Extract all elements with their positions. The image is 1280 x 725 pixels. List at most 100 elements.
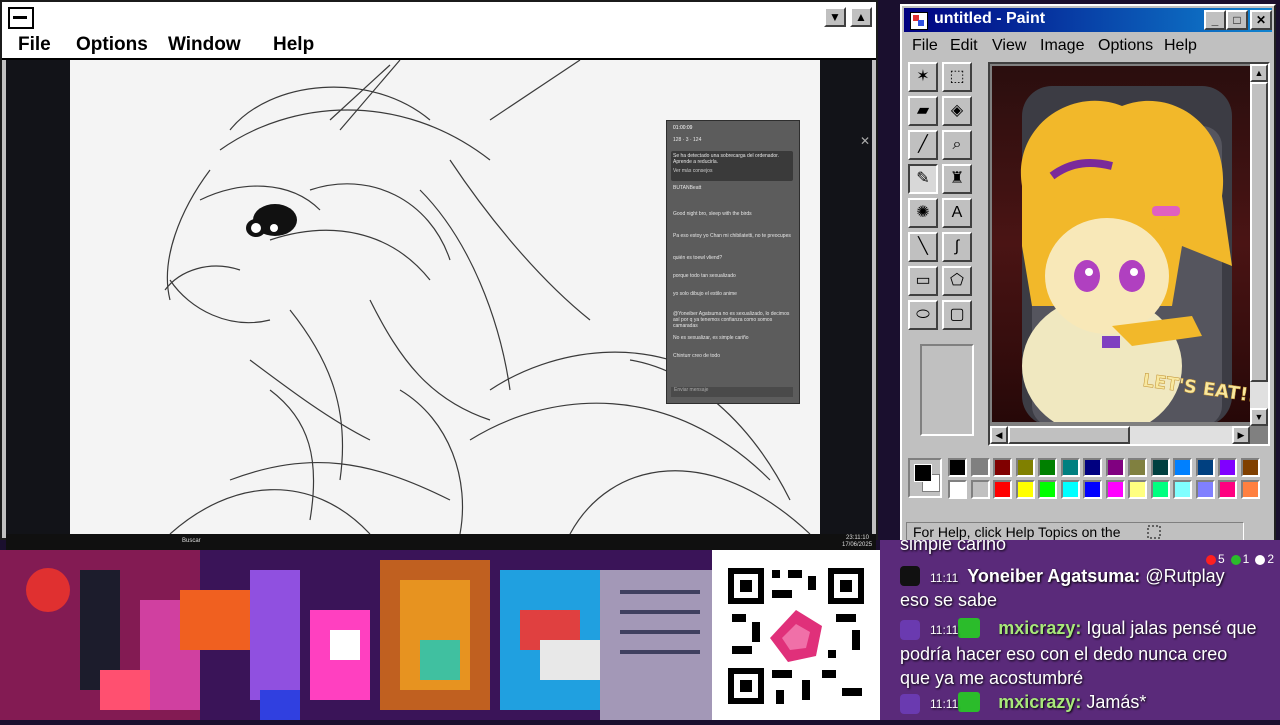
paint-menu-help[interactable]: Help bbox=[1164, 37, 1197, 55]
paint-maximize-button[interactable]: □ bbox=[1226, 10, 1248, 30]
stream-chat-overlay: 01:00:09 128 · 3 · 124 Se ha detectado u… bbox=[666, 120, 800, 404]
twitch-icon bbox=[900, 694, 920, 714]
palette-swatch[interactable] bbox=[948, 480, 967, 499]
palette-swatch[interactable] bbox=[1173, 458, 1192, 477]
palette-swatch[interactable] bbox=[1060, 458, 1080, 477]
paint-menu-view[interactable]: View bbox=[992, 37, 1026, 55]
glitch-art-banner bbox=[0, 550, 712, 720]
palette-swatch[interactable] bbox=[993, 480, 1012, 499]
palette-swatch[interactable] bbox=[1038, 458, 1057, 477]
paint-menu-options[interactable]: Options bbox=[1098, 37, 1153, 55]
paint-canvas[interactable]: LET'S EAT!!! bbox=[992, 66, 1250, 422]
palette-swatch[interactable] bbox=[970, 458, 990, 477]
palette-swatch[interactable] bbox=[1240, 458, 1260, 477]
chat-message: 11:11 mxicrazy: Jamás* bbox=[930, 692, 1147, 712]
palette-swatch[interactable] bbox=[1105, 458, 1125, 477]
vertical-scroll-thumb[interactable] bbox=[1250, 82, 1268, 382]
color-palette bbox=[908, 458, 1268, 504]
palette-swatch[interactable] bbox=[1060, 480, 1080, 499]
scroll-up-button[interactable]: ▲ bbox=[1250, 64, 1268, 82]
overlay-line: No es sexualizar, es simple cariño bbox=[673, 335, 749, 341]
menu-window[interactable]: Window bbox=[168, 34, 241, 56]
overload-notice: Se ha detectado una sobrecarga del orden… bbox=[671, 151, 793, 181]
magnifier-icon[interactable]: ⌕ bbox=[942, 130, 972, 160]
paint-title-bar: untitled - Paint _ □ ✕ bbox=[904, 8, 1272, 32]
paint-menu-edit[interactable]: Edit bbox=[950, 37, 978, 55]
taskbar: Buscar 23:11:10 17/06/2025 bbox=[6, 534, 876, 550]
notice-link[interactable]: Ver más consejos bbox=[673, 168, 791, 174]
rounded-rect-icon[interactable]: ▢ bbox=[942, 300, 972, 330]
palette-swatch[interactable] bbox=[1105, 480, 1125, 499]
overlay-line: yo solo dibujo el estilo anime bbox=[673, 291, 737, 297]
palette-swatch[interactable] bbox=[1083, 458, 1102, 477]
horizontal-scroll-thumb[interactable] bbox=[1008, 426, 1130, 444]
palette-swatch[interactable] bbox=[1038, 480, 1057, 499]
qr-code-image bbox=[712, 550, 880, 720]
chat-username[interactable]: Yoneiber Agatsuma: bbox=[967, 566, 1140, 586]
palette-swatch[interactable] bbox=[1015, 458, 1035, 477]
maximize-button[interactable]: ▲ bbox=[850, 7, 872, 27]
horizontal-scrollbar[interactable]: ◀ ▶ bbox=[990, 426, 1250, 444]
palette-swatch[interactable] bbox=[1150, 480, 1170, 499]
line-icon[interactable]: ╲ bbox=[908, 232, 938, 262]
eraser-icon[interactable]: ▰ bbox=[908, 96, 938, 126]
chat-username[interactable]: mxicrazy: bbox=[998, 618, 1081, 638]
text-icon[interactable]: A bbox=[942, 198, 972, 228]
curve-icon[interactable]: ∫ bbox=[942, 232, 972, 262]
paint-menu-file[interactable]: File bbox=[912, 37, 938, 55]
close-icon[interactable]: ✕ bbox=[858, 134, 872, 148]
ellipse-icon[interactable]: ⬭ bbox=[908, 300, 938, 330]
palette-swatch[interactable] bbox=[1128, 458, 1147, 477]
paint-menu-image[interactable]: Image bbox=[1040, 37, 1084, 55]
palette-swatch[interactable] bbox=[1195, 458, 1215, 477]
palette-swatch[interactable] bbox=[1173, 480, 1192, 499]
palette-swatch[interactable] bbox=[1083, 480, 1102, 499]
palette-swatch[interactable] bbox=[1240, 480, 1260, 499]
stream-chat: 512 simple cariño 11:11 Yoneiber Agatsum… bbox=[880, 540, 1280, 720]
paint-app-icon[interactable] bbox=[910, 12, 928, 30]
scroll-down-button[interactable]: ▼ bbox=[1250, 408, 1268, 426]
status-bar: For Help, click Help Topics on the bbox=[906, 522, 1244, 542]
system-menu-icon[interactable] bbox=[8, 7, 34, 29]
paint-canvas-frame: LET'S EAT!!! ▲ ▼ ◀ ▶ bbox=[988, 62, 1270, 446]
paint-minimize-button[interactable]: _ bbox=[1204, 10, 1226, 30]
qr-code bbox=[712, 550, 880, 720]
menu-help[interactable]: Help bbox=[273, 34, 314, 56]
palette-swatch[interactable] bbox=[948, 458, 967, 477]
scroll-left-button[interactable]: ◀ bbox=[990, 426, 1008, 444]
palette-swatch[interactable] bbox=[1218, 480, 1237, 499]
palette-swatch[interactable] bbox=[1015, 480, 1035, 499]
pencil-icon[interactable]: ✎ bbox=[908, 164, 938, 194]
picker-icon[interactable]: ╱ bbox=[908, 130, 938, 160]
free-select-icon[interactable]: ✶ bbox=[908, 62, 938, 92]
palette-swatch[interactable] bbox=[1195, 480, 1215, 499]
palette-swatch[interactable] bbox=[1218, 458, 1237, 477]
vertical-scrollbar[interactable]: ▲ ▼ bbox=[1250, 64, 1268, 426]
polygon-icon[interactable]: ⬠ bbox=[942, 266, 972, 296]
brush-icon[interactable]: ♜ bbox=[942, 164, 972, 194]
platform-count-icon bbox=[1230, 554, 1241, 565]
paint-close-button[interactable]: ✕ bbox=[1250, 10, 1272, 30]
tool-options-box[interactable] bbox=[920, 344, 974, 436]
rect-select-icon[interactable]: ⬚ bbox=[942, 62, 972, 92]
palette-swatch[interactable] bbox=[993, 458, 1012, 477]
minimize-button[interactable]: ▼ bbox=[824, 7, 846, 27]
chat-username[interactable]: mxicrazy: bbox=[998, 692, 1081, 712]
overlay-chat-input[interactable]: Enviar mensaje bbox=[671, 387, 793, 397]
rectangle-icon[interactable]: ▭ bbox=[908, 266, 938, 296]
fill-icon[interactable]: ◈ bbox=[942, 96, 972, 126]
airbrush-icon[interactable]: ✺ bbox=[908, 198, 938, 228]
platform-count: 1 bbox=[1242, 552, 1250, 566]
palette-swatch[interactable] bbox=[1128, 480, 1147, 499]
taskbar-search[interactable]: Buscar bbox=[182, 538, 201, 544]
chat-partial-line: simple cariño bbox=[900, 540, 1007, 554]
palette-swatch[interactable] bbox=[970, 480, 990, 499]
menu-options[interactable]: Options bbox=[76, 34, 148, 56]
current-colors[interactable] bbox=[908, 458, 942, 498]
chat-message-cont: eso se sabe bbox=[900, 590, 998, 610]
palette-swatch[interactable] bbox=[1150, 458, 1170, 477]
overlay-line: @Yoneiber Agatsuma no es sexualizado, lo… bbox=[673, 311, 790, 329]
scroll-right-button[interactable]: ▶ bbox=[1232, 426, 1250, 444]
character-artwork: LET'S EAT!!! bbox=[1020, 86, 1250, 422]
menu-file[interactable]: File bbox=[18, 34, 51, 56]
